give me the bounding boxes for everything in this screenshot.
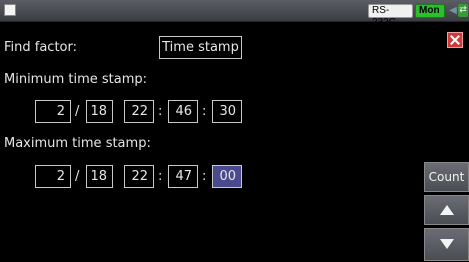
count-button[interactable]: Count [424, 162, 469, 192]
min-month-field[interactable]: 2 [35, 100, 71, 123]
min-time-separator-1: : [158, 104, 163, 119]
menu-icon[interactable] [4, 4, 16, 16]
max-second-field[interactable]: 00 [212, 165, 242, 188]
down-button[interactable] [424, 228, 469, 261]
interface-badge: RS-232C [368, 4, 413, 28]
min-day-field[interactable]: 18 [86, 100, 113, 123]
up-arrow-icon [439, 205, 454, 215]
min-second-field[interactable]: 30 [212, 100, 242, 123]
maximum-time-stamp-label: Maximum time stamp: [4, 136, 151, 151]
min-date-separator: / [75, 104, 80, 119]
find-factor-field[interactable]: Time stamp [159, 36, 242, 59]
status-bar: RS-232C Mon ◀ ⇄ [0, 0, 469, 28]
max-time-separator-2: : [202, 169, 207, 184]
up-button[interactable] [424, 195, 469, 225]
find-factor-label: Find factor: [4, 40, 78, 55]
close-icon[interactable] [447, 32, 463, 48]
max-month-field[interactable]: 2 [35, 165, 71, 188]
usb-icon: ⇄ [458, 4, 468, 17]
min-hour-field[interactable]: 22 [124, 100, 154, 123]
max-time-separator-1: : [158, 169, 163, 184]
down-arrow-icon [439, 239, 454, 249]
min-time-separator-2: : [202, 104, 207, 119]
mode-badge: Mon [415, 4, 445, 18]
max-date-separator: / [75, 169, 80, 184]
min-minute-field[interactable]: 46 [168, 100, 198, 123]
max-hour-field[interactable]: 22 [124, 165, 154, 188]
minimum-time-stamp-label: Minimum time stamp: [4, 72, 148, 87]
max-minute-field[interactable]: 47 [168, 165, 198, 188]
max-day-field[interactable]: 18 [86, 165, 113, 188]
